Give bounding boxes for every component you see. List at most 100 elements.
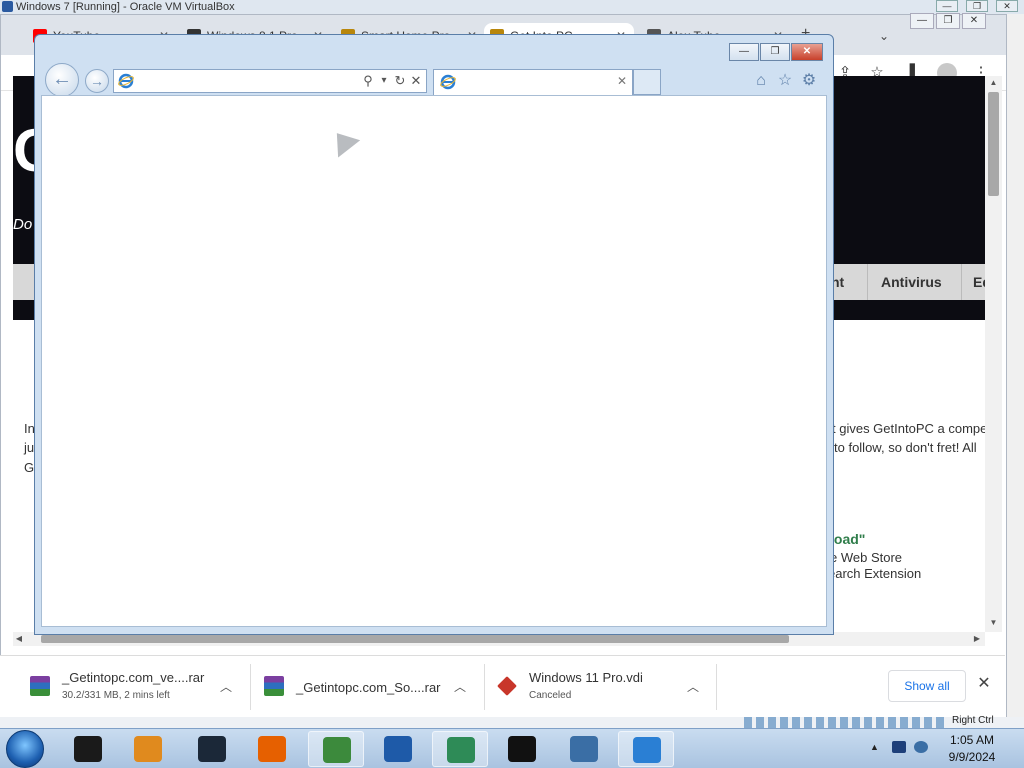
media-player-icon [134, 736, 162, 762]
ie-new-tab-button[interactable] [633, 69, 661, 95]
winrar-icon [30, 676, 50, 696]
chrome-window-controls: — ❐ ✕ [910, 13, 986, 29]
article-text-line: to follow, so don't fret! All [834, 440, 977, 455]
nav-divider [867, 264, 868, 300]
volume-icon[interactable] [914, 741, 928, 753]
virtualbox-disk-icon [497, 676, 517, 696]
download-section-heading: load" [830, 531, 866, 547]
page-vertical-scrollbar[interactable]: ▲ ▼ [985, 76, 1002, 632]
taskbar-button-windows-7-64bit[interactable] [556, 731, 612, 767]
ie-close-button[interactable]: ✕ [791, 43, 823, 61]
internet-explorer-icon [633, 737, 661, 763]
show-all-downloads-button[interactable]: Show all [888, 670, 966, 702]
show-hidden-icons-icon[interactable]: ▲ [870, 742, 879, 752]
scrollbar-thumb[interactable] [988, 92, 999, 196]
chevron-up-icon[interactable]: ︿ [687, 678, 699, 695]
taskbar-button-task-manager[interactable] [494, 731, 550, 767]
taskbar-button-media-player[interactable] [120, 731, 176, 767]
taskbar-button-video-app[interactable] [60, 731, 116, 767]
nav-item-antivirus[interactable]: Antivirus [881, 264, 942, 300]
download-info-line: earch Extension [828, 566, 922, 581]
ie-restore-button[interactable]: ❐ [760, 43, 790, 61]
home-icon[interactable]: ⌂ [751, 71, 771, 91]
ie-window-controls: — ❐ ✕ [729, 43, 823, 61]
taskbar-button-virtualbox[interactable] [370, 731, 426, 767]
article-text-line: G [24, 460, 35, 475]
ie-address-bar[interactable]: ⚲ ▾ ↻ ✕ [113, 69, 427, 93]
taskbar-button-chrome[interactable] [308, 731, 364, 767]
chevron-up-icon[interactable]: ︿ [220, 678, 232, 695]
scroll-left-arrow-icon[interactable]: ◀ [13, 632, 25, 646]
scroll-down-arrow-icon[interactable]: ▼ [985, 616, 1002, 630]
download-file-name: _Getintopc.com_ve....rar [62, 670, 205, 685]
taskbar-button-internet-explorer[interactable] [618, 731, 674, 767]
windows-taskbar: ▲ 1:05 AM 9/9/2024 [0, 728, 1024, 768]
taskbar-button-firefox[interactable] [244, 731, 300, 767]
virtualbox-logo-icon [2, 1, 13, 12]
ie-page-content[interactable] [41, 95, 827, 627]
tools-gear-icon[interactable]: ⚙ [799, 71, 819, 91]
virtualbox-device-icons [744, 717, 944, 728]
system-clock[interactable]: 1:05 AM 9/9/2024 [936, 732, 1008, 766]
address-input[interactable] [138, 72, 358, 90]
virtualbox-window-controls: — ❐ ✕ [936, 0, 1018, 12]
refresh-icon[interactable]: ↻ [392, 72, 408, 90]
windows-7-64bit-icon [570, 736, 598, 762]
site-tagline: Do [13, 216, 33, 233]
chrome-minimize-button[interactable]: — [910, 13, 934, 29]
winrar-icon [264, 676, 284, 696]
scroll-up-arrow-icon[interactable]: ▲ [985, 76, 1002, 90]
chevron-up-icon[interactable]: ︿ [454, 678, 466, 695]
firefox-icon [258, 736, 286, 762]
host-key-label: Right Ctrl [952, 715, 994, 726]
tab-search-chevron-icon[interactable]: ⌄ [879, 29, 889, 43]
download-divider [250, 664, 251, 710]
chevron-down-icon[interactable]: ▾ [376, 72, 392, 90]
search-icon[interactable]: ⚲ [360, 72, 376, 90]
download-bar: _Getintopc.com_ve....rar 30.2/331 MB, 2 … [0, 655, 1005, 717]
internet-explorer-window: — ❐ ✕ ← → ⚲ ▾ ↻ ✕ ✕ ⌂ ☆ ⚙ [34, 34, 834, 635]
clock-date: 9/9/2024 [948, 750, 996, 764]
back-arrow-icon[interactable]: ← [45, 63, 79, 97]
download-status: 30.2/331 MB, 2 mins left [62, 690, 170, 701]
article-text-line: t gives GetIntoPC a compe [832, 421, 988, 436]
ie-minimize-button[interactable]: — [729, 43, 759, 61]
favorites-star-icon[interactable]: ☆ [775, 71, 795, 91]
virtualbox-icon [384, 736, 412, 762]
download-file-name: Windows 11 Pro.vdi [529, 670, 643, 685]
internet-download-manager-icon [447, 737, 475, 763]
virtualbox-window-title: Windows 7 [Running] - Oracle VM VirtualB… [16, 1, 235, 13]
download-file-name: _Getintopc.com_So....rar [296, 680, 441, 695]
ie-tab-blank[interactable]: ✕ [433, 69, 633, 95]
scroll-right-arrow-icon[interactable]: ▶ [971, 632, 983, 646]
internet-explorer-logo-icon [440, 74, 456, 90]
virtualbox-titlebar: Windows 7 [Running] - Oracle VM VirtualB… [0, 0, 1024, 14]
tab-close-icon[interactable]: ✕ [617, 74, 627, 88]
download-item[interactable]: _Getintopc.com_So....rar ︿ [264, 656, 480, 718]
download-info-line: e Web Store [830, 550, 903, 565]
vbox-minimize-button[interactable]: — [936, 0, 958, 12]
internet-explorer-logo-icon [118, 73, 134, 89]
vbox-restore-button[interactable]: ❐ [966, 0, 988, 12]
display-icon[interactable] [892, 741, 906, 753]
chrome-restore-button[interactable]: ❐ [936, 13, 960, 29]
nav-divider [961, 264, 962, 300]
start-button[interactable] [6, 730, 44, 768]
close-download-bar-icon[interactable]: ✕ [974, 674, 994, 694]
vbox-close-button[interactable]: ✕ [996, 0, 1018, 12]
video-app-icon [74, 736, 102, 762]
forward-arrow-icon[interactable]: → [85, 69, 109, 93]
clock-time: 1:05 AM [949, 733, 995, 747]
taskbar-button-steam[interactable] [184, 731, 240, 767]
download-status: Canceled [529, 690, 572, 701]
virtualbox-status-bar: Right Ctrl [0, 715, 1024, 728]
article-text-line: ju [24, 440, 35, 455]
chrome-icon [323, 737, 351, 763]
stop-icon[interactable]: ✕ [408, 72, 424, 90]
download-item[interactable]: Windows 11 Pro.vdi Canceled ︿ [497, 656, 713, 718]
download-item[interactable]: _Getintopc.com_ve....rar 30.2/331 MB, 2 … [30, 656, 246, 718]
taskbar-button-internet-download-manager[interactable] [432, 731, 488, 767]
chrome-close-button[interactable]: ✕ [962, 13, 986, 29]
scrollbar-thumb[interactable] [41, 635, 789, 643]
download-divider [716, 664, 717, 710]
